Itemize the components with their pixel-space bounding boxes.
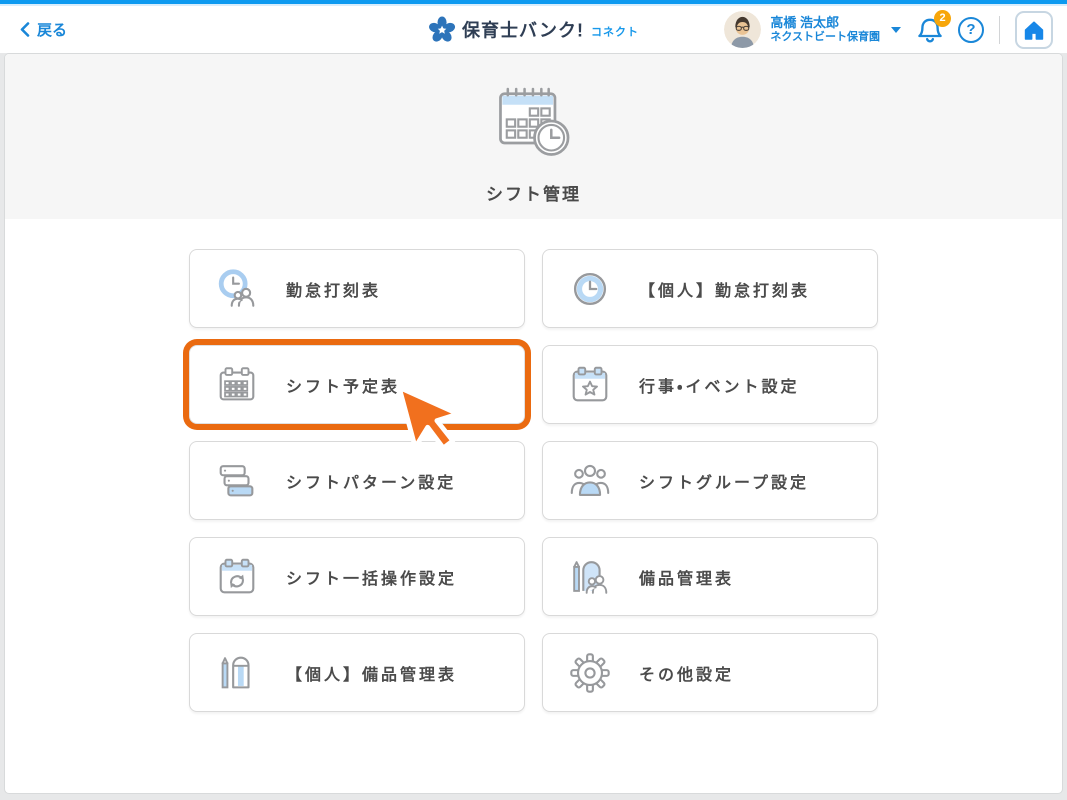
user-menu[interactable]: 高橋 浩太郎 ネクストビート保育園 [770, 15, 880, 45]
main-panel: シフト管理 勤怠打刻表 【個人】勤怠打刻表 シフト予定表 行事・イベント設定 シ… [4, 53, 1063, 794]
header-divider [999, 15, 1000, 44]
pencil-board-people-icon [567, 554, 613, 600]
menu-item-label: シフトグループ設定 [639, 474, 810, 492]
calendar-sync-icon [214, 554, 260, 600]
chevron-down-icon[interactable] [891, 26, 901, 33]
avatar-photo [724, 11, 762, 48]
menu-item-shift-group[interactable]: シフトグループ設定 [542, 441, 878, 520]
help-glyph: ? [966, 21, 976, 38]
menu-item-events[interactable]: 行事・イベント設定 [542, 345, 878, 424]
people-group-icon [567, 458, 613, 504]
home-icon [1024, 21, 1044, 40]
menu-item-shift-schedule[interactable]: シフト予定表 [189, 345, 525, 424]
calendar-star-icon [567, 362, 613, 408]
gear-icon [567, 650, 613, 696]
menu-item-label: 備品管理表 [639, 570, 735, 588]
menu-item-label: 勤怠打刻表 [286, 282, 382, 300]
calendar-grid-icon [214, 362, 260, 408]
home-button[interactable] [1015, 10, 1053, 49]
menu-item-label: シフト一括操作設定 [286, 570, 458, 588]
calendar-clock-icon [498, 87, 569, 156]
menu-grid: 勤怠打刻表 【個人】勤怠打刻表 シフト予定表 行事・イベント設定 シフトパターン… [189, 249, 878, 712]
user-organization: ネクストビート保育園 [770, 30, 880, 43]
menu-item-label: 【個人】備品管理表 [286, 666, 458, 684]
clock-icon [567, 266, 613, 312]
menu-item-other-settings[interactable]: その他設定 [542, 633, 878, 712]
menu-item-label: シフト予定表 [286, 378, 401, 396]
menu-item-personal-timecard[interactable]: 【個人】勤怠打刻表 [542, 249, 878, 328]
menu-item-label: 【個人】勤怠打刻表 [639, 282, 811, 300]
notifications-button[interactable]: 2 [916, 9, 951, 45]
notification-badge: 2 [934, 9, 951, 27]
back-button[interactable]: 戻る [20, 19, 67, 40]
stacked-cards-icon [214, 458, 260, 504]
chevron-left-icon [20, 22, 30, 37]
sakura-flower-icon [428, 16, 455, 42]
header-bar: 戻る 保育士バンク! コネクト 高橋 浩太郎 ネクストビート保育園 2 ? [0, 6, 1067, 53]
user-area: 高橋 浩太郎 ネクストビート保育園 2 ? [724, 9, 1053, 49]
menu-item-label: その他設定 [639, 666, 735, 684]
menu-item-timecard[interactable]: 勤怠打刻表 [189, 249, 525, 328]
brand-logo: 保育士バンク! コネクト [428, 16, 639, 43]
user-name: 高橋 浩太郎 [770, 14, 839, 30]
menu-item-label: シフトパターン設定 [286, 474, 457, 492]
back-label: 戻る [37, 22, 68, 39]
avatar[interactable] [724, 11, 762, 48]
section-header: シフト管理 [5, 54, 1062, 219]
pencil-notebook-icon [214, 650, 260, 696]
brand-name: 保育士バンク! [462, 20, 584, 41]
menu-item-personal-equipment[interactable]: 【個人】備品管理表 [189, 633, 525, 712]
menu-item-label: 行事・イベント設定 [639, 378, 800, 396]
menu-item-shift-pattern[interactable]: シフトパターン設定 [189, 441, 525, 520]
menu-item-equipment[interactable]: 備品管理表 [542, 537, 878, 616]
help-button[interactable]: ? [958, 16, 984, 43]
menu-item-shift-bulk[interactable]: シフト一括操作設定 [189, 537, 525, 616]
clock-people-icon [214, 266, 260, 312]
page-title: シフト管理 [486, 185, 581, 204]
brand-sub-label: コネクト [590, 26, 639, 39]
